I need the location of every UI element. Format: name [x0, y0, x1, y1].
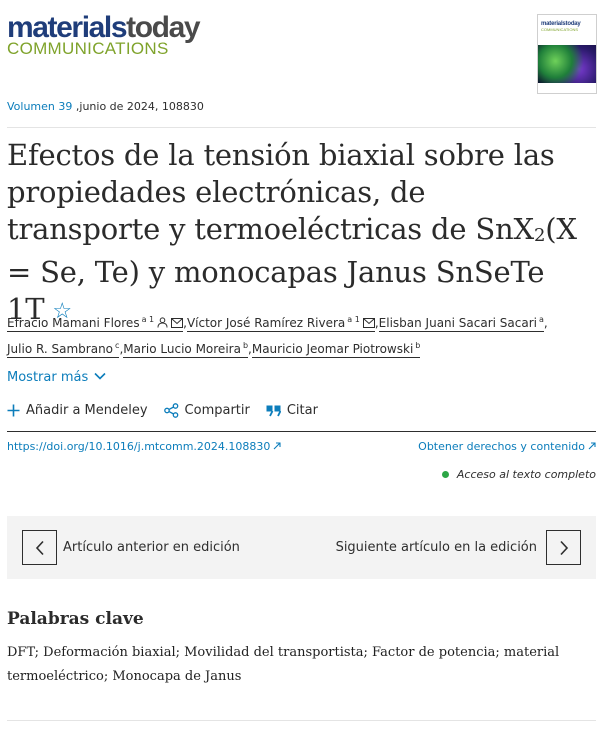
cite-button[interactable]: Citar: [266, 403, 318, 418]
cover-title: materialstoday: [541, 21, 581, 27]
add-to-mendeley-label: Añadir a Mendeley: [26, 403, 148, 418]
author-link[interactable]: Mauricio Jeomar Piotrowski b: [251, 341, 421, 358]
author-name: Mario Lucio Moreira: [123, 342, 241, 356]
issue-date: ,junio de 2024, 108830: [72, 100, 204, 113]
show-more-label: Mostrar más: [7, 370, 89, 385]
author-name: Víctor José Ramírez Rivera: [186, 316, 346, 330]
author-link[interactable]: Efracio Mamani Flores a 1: [7, 313, 184, 335]
author-link[interactable]: Mario Lucio Moreira b: [123, 341, 249, 358]
divider: [7, 720, 596, 721]
cover-subtitle: COMMUNICATIONS: [541, 27, 579, 32]
author-link[interactable]: Julio R. Sambrano c: [7, 341, 120, 358]
previous-article-label: Artículo anterior en edición: [63, 540, 240, 555]
author-affiliation: b: [242, 341, 249, 350]
person-icon: [157, 313, 168, 335]
article-actions: Añadir a Mendeley Compartir Citar: [7, 403, 334, 418]
rights-link[interactable]: Obtener derechos y contenido: [418, 440, 596, 453]
author-link[interactable]: Elisban Juani Sacari Sacari a: [378, 315, 544, 332]
author-name: Elisban Juani Sacari Sacari: [378, 316, 537, 330]
cover-artwork: [538, 45, 596, 85]
show-more-button[interactable]: Mostrar más: [7, 369, 106, 385]
share-button[interactable]: Compartir: [163, 403, 250, 418]
author-affiliation: a 1: [347, 315, 360, 324]
quote-icon: [266, 405, 281, 416]
keywords-list: DFT; Deformación biaxial; Movilidad del …: [7, 645, 560, 684]
external-link-icon: [273, 440, 281, 453]
previous-article-button[interactable]: Artículo anterior en edición: [22, 530, 240, 565]
logo-subtitle: COMMUNICATIONS: [7, 39, 169, 58]
cite-label: Citar: [286, 403, 318, 418]
chevron-left-icon: [22, 530, 57, 565]
divider: [7, 127, 596, 128]
mail-icon: [171, 313, 184, 335]
author-name: Efracio Mamani Flores: [7, 316, 140, 330]
plus-icon: [7, 404, 20, 417]
chevron-right-icon: [546, 530, 581, 565]
author-list: Efracio Mamani Flores a 1 ,Víctor José Ram…: [7, 313, 548, 358]
open-access-indicator: Acceso al texto completo: [441, 468, 596, 481]
rights-text: Obtener derechos y contenido: [418, 440, 585, 453]
author-affiliation: b: [415, 341, 421, 350]
share-label: Compartir: [184, 403, 250, 418]
author-name: Mauricio Jeomar Piotrowski: [251, 342, 414, 356]
mail-icon: [362, 313, 375, 335]
external-link-icon: [588, 440, 596, 453]
open-access-dot-icon: [441, 471, 449, 478]
title-text-part1: Efectos de la tensión biaxial sobre las …: [7, 138, 555, 246]
share-icon: [163, 403, 178, 418]
open-access-label: Acceso al texto completo: [456, 468, 596, 481]
author-affiliation: c: [115, 341, 120, 350]
issue-info: Volumen 39 ,junio de 2024, 108830: [7, 100, 204, 113]
author-affiliation: a: [539, 315, 544, 324]
next-article-label: Siguiente artículo en la edición: [335, 540, 537, 555]
keywords-heading: Palabras clave: [7, 609, 144, 629]
doi-row: https://doi.org/10.1016/j.mtcomm.2024.10…: [7, 431, 596, 461]
next-article-button[interactable]: Siguiente artículo en la edición: [336, 530, 581, 565]
title-subscript: 2: [533, 225, 546, 246]
doi-link[interactable]: https://doi.org/10.1016/j.mtcomm.2024.10…: [7, 440, 281, 453]
volume-link[interactable]: Volumen 39: [7, 100, 72, 113]
doi-text: https://doi.org/10.1016/j.mtcomm.2024.10…: [7, 440, 271, 453]
chevron-down-icon: [94, 369, 106, 384]
author-name: Julio R. Sambrano: [7, 342, 114, 356]
journal-logo[interactable]: materialstoday COMMUNICATIONS: [7, 13, 201, 58]
author-link[interactable]: Víctor José Ramírez Rivera a 1: [186, 313, 375, 335]
journal-cover-image[interactable]: materialstoday COMMUNICATIONS: [537, 14, 597, 94]
cover-footer: [538, 83, 596, 93]
article-navigation: Artículo anterior en edición Siguiente a…: [7, 516, 596, 579]
article-title: Efectos de la tensión biaxial sobre las …: [7, 137, 582, 330]
add-to-mendeley-button[interactable]: Añadir a Mendeley: [7, 403, 148, 418]
author-affiliation: a 1: [141, 315, 155, 324]
